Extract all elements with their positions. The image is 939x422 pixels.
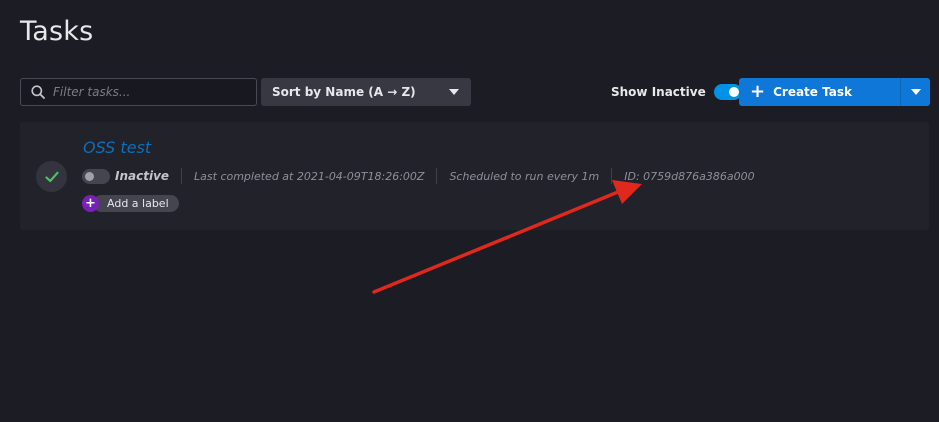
plus-icon[interactable]: + — [82, 194, 99, 212]
add-label-button[interactable]: Add a label — [93, 194, 179, 212]
plus-icon: + — [750, 81, 766, 102]
create-task-label: Create Task — [773, 85, 852, 99]
show-inactive-control: Show Inactive — [611, 78, 742, 106]
toggle-knob — [728, 87, 739, 97]
search-input[interactable] — [53, 85, 243, 99]
search-box[interactable] — [20, 78, 257, 106]
create-task-dropdown-toggle[interactable] — [900, 78, 930, 106]
divider — [181, 168, 183, 184]
task-meta-row: Inactive Last completed at 2021-04-09T18… — [82, 168, 755, 184]
show-inactive-toggle[interactable] — [713, 84, 742, 100]
chevron-down-icon — [449, 89, 459, 95]
task-last-completed: Last completed at 2021-04-09T18:26:00Z — [194, 169, 425, 183]
chevron-down-icon — [910, 89, 921, 95]
task-schedule: Scheduled to run every 1m — [449, 169, 600, 183]
sort-dropdown-label: Sort by Name (A → Z) — [272, 85, 416, 99]
task-active-toggle[interactable] — [82, 168, 110, 184]
task-status-text: Inactive — [115, 169, 170, 183]
show-inactive-label: Show Inactive — [611, 85, 706, 99]
task-label-row: + Add a label — [82, 194, 179, 212]
task-status-indicator — [36, 161, 67, 192]
check-icon — [44, 171, 59, 182]
sort-dropdown[interactable]: Sort by Name (A → Z) — [261, 78, 471, 106]
task-id: ID: 0759d876a386a000 — [624, 169, 755, 183]
search-icon — [31, 85, 45, 99]
task-card: OSS test Inactive Last completed at 2021… — [20, 122, 929, 230]
toggle-knob — [85, 171, 94, 181]
task-name-link[interactable]: OSS test — [83, 138, 151, 157]
divider — [611, 168, 613, 184]
divider — [436, 168, 438, 184]
page-title: Tasks — [20, 16, 94, 47]
create-task-button[interactable]: + Create Task — [739, 78, 930, 106]
